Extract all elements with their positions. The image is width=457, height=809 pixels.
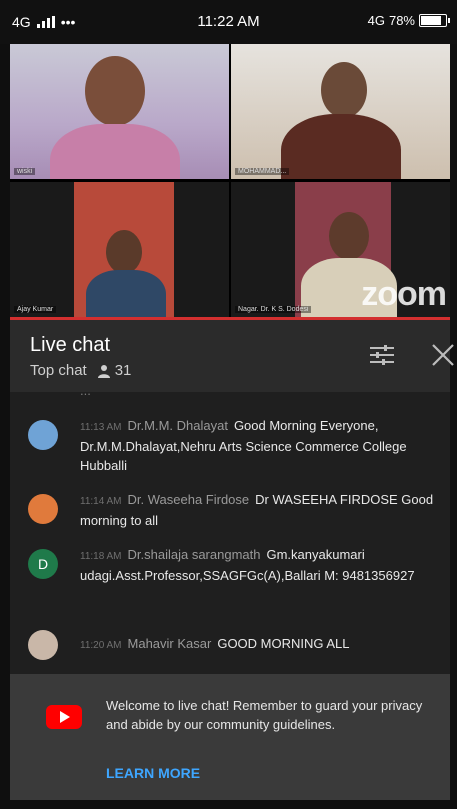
chat-mode-selector[interactable]: Top chat	[30, 362, 87, 379]
participant-body	[86, 270, 166, 317]
battery-percent: 78%	[388, 13, 415, 28]
message-time: 11:18 AM	[80, 551, 122, 562]
participant-tile-3: Ajay Kumar	[10, 182, 229, 317]
avatar-letter: D	[37, 556, 49, 572]
participant-head	[85, 56, 145, 126]
truncated-message: ...	[80, 392, 91, 398]
close-icon[interactable]	[430, 342, 456, 368]
battery-icon	[419, 14, 450, 27]
viewer-count-value: 31	[114, 362, 132, 379]
network-indicator-right: 4G	[367, 13, 385, 28]
message-content: 11:20 AM Mahavir Kasar GOOD MORNING ALL	[80, 634, 440, 655]
participant-body	[50, 124, 180, 179]
message-time: 11:20 AM	[80, 640, 122, 651]
viewer-count: 31	[97, 362, 132, 379]
chat-title: Live chat	[30, 334, 111, 356]
participant-body	[281, 114, 401, 179]
welcome-card: Welcome to live chat! Remember to guard …	[10, 674, 450, 800]
avatar[interactable]	[28, 630, 58, 660]
participant-name: Nagar. Dr. K S. Dodesi	[235, 306, 312, 313]
participant-name: Ajay Kumar	[14, 306, 57, 313]
chat-header: Live chat Top chat 31	[10, 320, 454, 392]
message-text: GOOD MORNING ALL	[217, 636, 350, 651]
video-player[interactable]: wiski MOHAMMAD... Ajay Kumar Nagar. Dr. …	[10, 44, 450, 318]
filter-icon[interactable]	[368, 342, 396, 368]
message-time: 11:14 AM	[80, 496, 122, 507]
youtube-icon	[46, 705, 82, 729]
participant-head	[329, 212, 369, 260]
participant-head	[321, 62, 367, 118]
message-author[interactable]: Dr.M.M. Dhalayat	[128, 418, 228, 433]
message-content: 11:13 AM Dr.M.M. Dhalayat Good Morning Eve…	[80, 416, 440, 475]
welcome-text: Welcome to live chat! Remember to guard …	[106, 698, 423, 732]
chat-subheader: Top chat 31	[30, 362, 131, 379]
message-content: 11:14 AM Dr. Waseeha Firdose Dr WASEEHA FI…	[80, 490, 440, 530]
participant-tile-1: wiski	[10, 44, 229, 179]
status-bar: 4G ••• 11:22 AM 4G 78%	[0, 0, 457, 44]
person-icon	[97, 364, 110, 378]
avatar[interactable]: D	[28, 549, 58, 579]
message-content: 11:18 AM Dr.shailaja sarangmath Gm.kanyaku…	[80, 545, 440, 585]
participant-head	[106, 230, 142, 274]
status-right: 4G 78%	[367, 13, 450, 28]
zoom-logo: zoom	[361, 275, 447, 313]
message-time: 11:13 AM	[80, 422, 122, 433]
participant-name: wiski	[14, 168, 36, 175]
message-author[interactable]: Mahavir Kasar	[128, 636, 212, 651]
message-author[interactable]: Dr.shailaja sarangmath	[128, 547, 261, 562]
learn-more-link[interactable]: LEARN MORE	[106, 765, 200, 781]
avatar[interactable]	[28, 420, 58, 450]
chat-messages[interactable]: ... 11:13 AMDr.M.M. DhalayatGood Morning…	[10, 392, 450, 674]
participant-tile-2: MOHAMMAD...	[231, 44, 450, 179]
avatar[interactable]	[28, 494, 58, 524]
message-author[interactable]: Dr. Waseeha Firdose	[128, 492, 250, 507]
participant-name: MOHAMMAD...	[235, 168, 290, 175]
